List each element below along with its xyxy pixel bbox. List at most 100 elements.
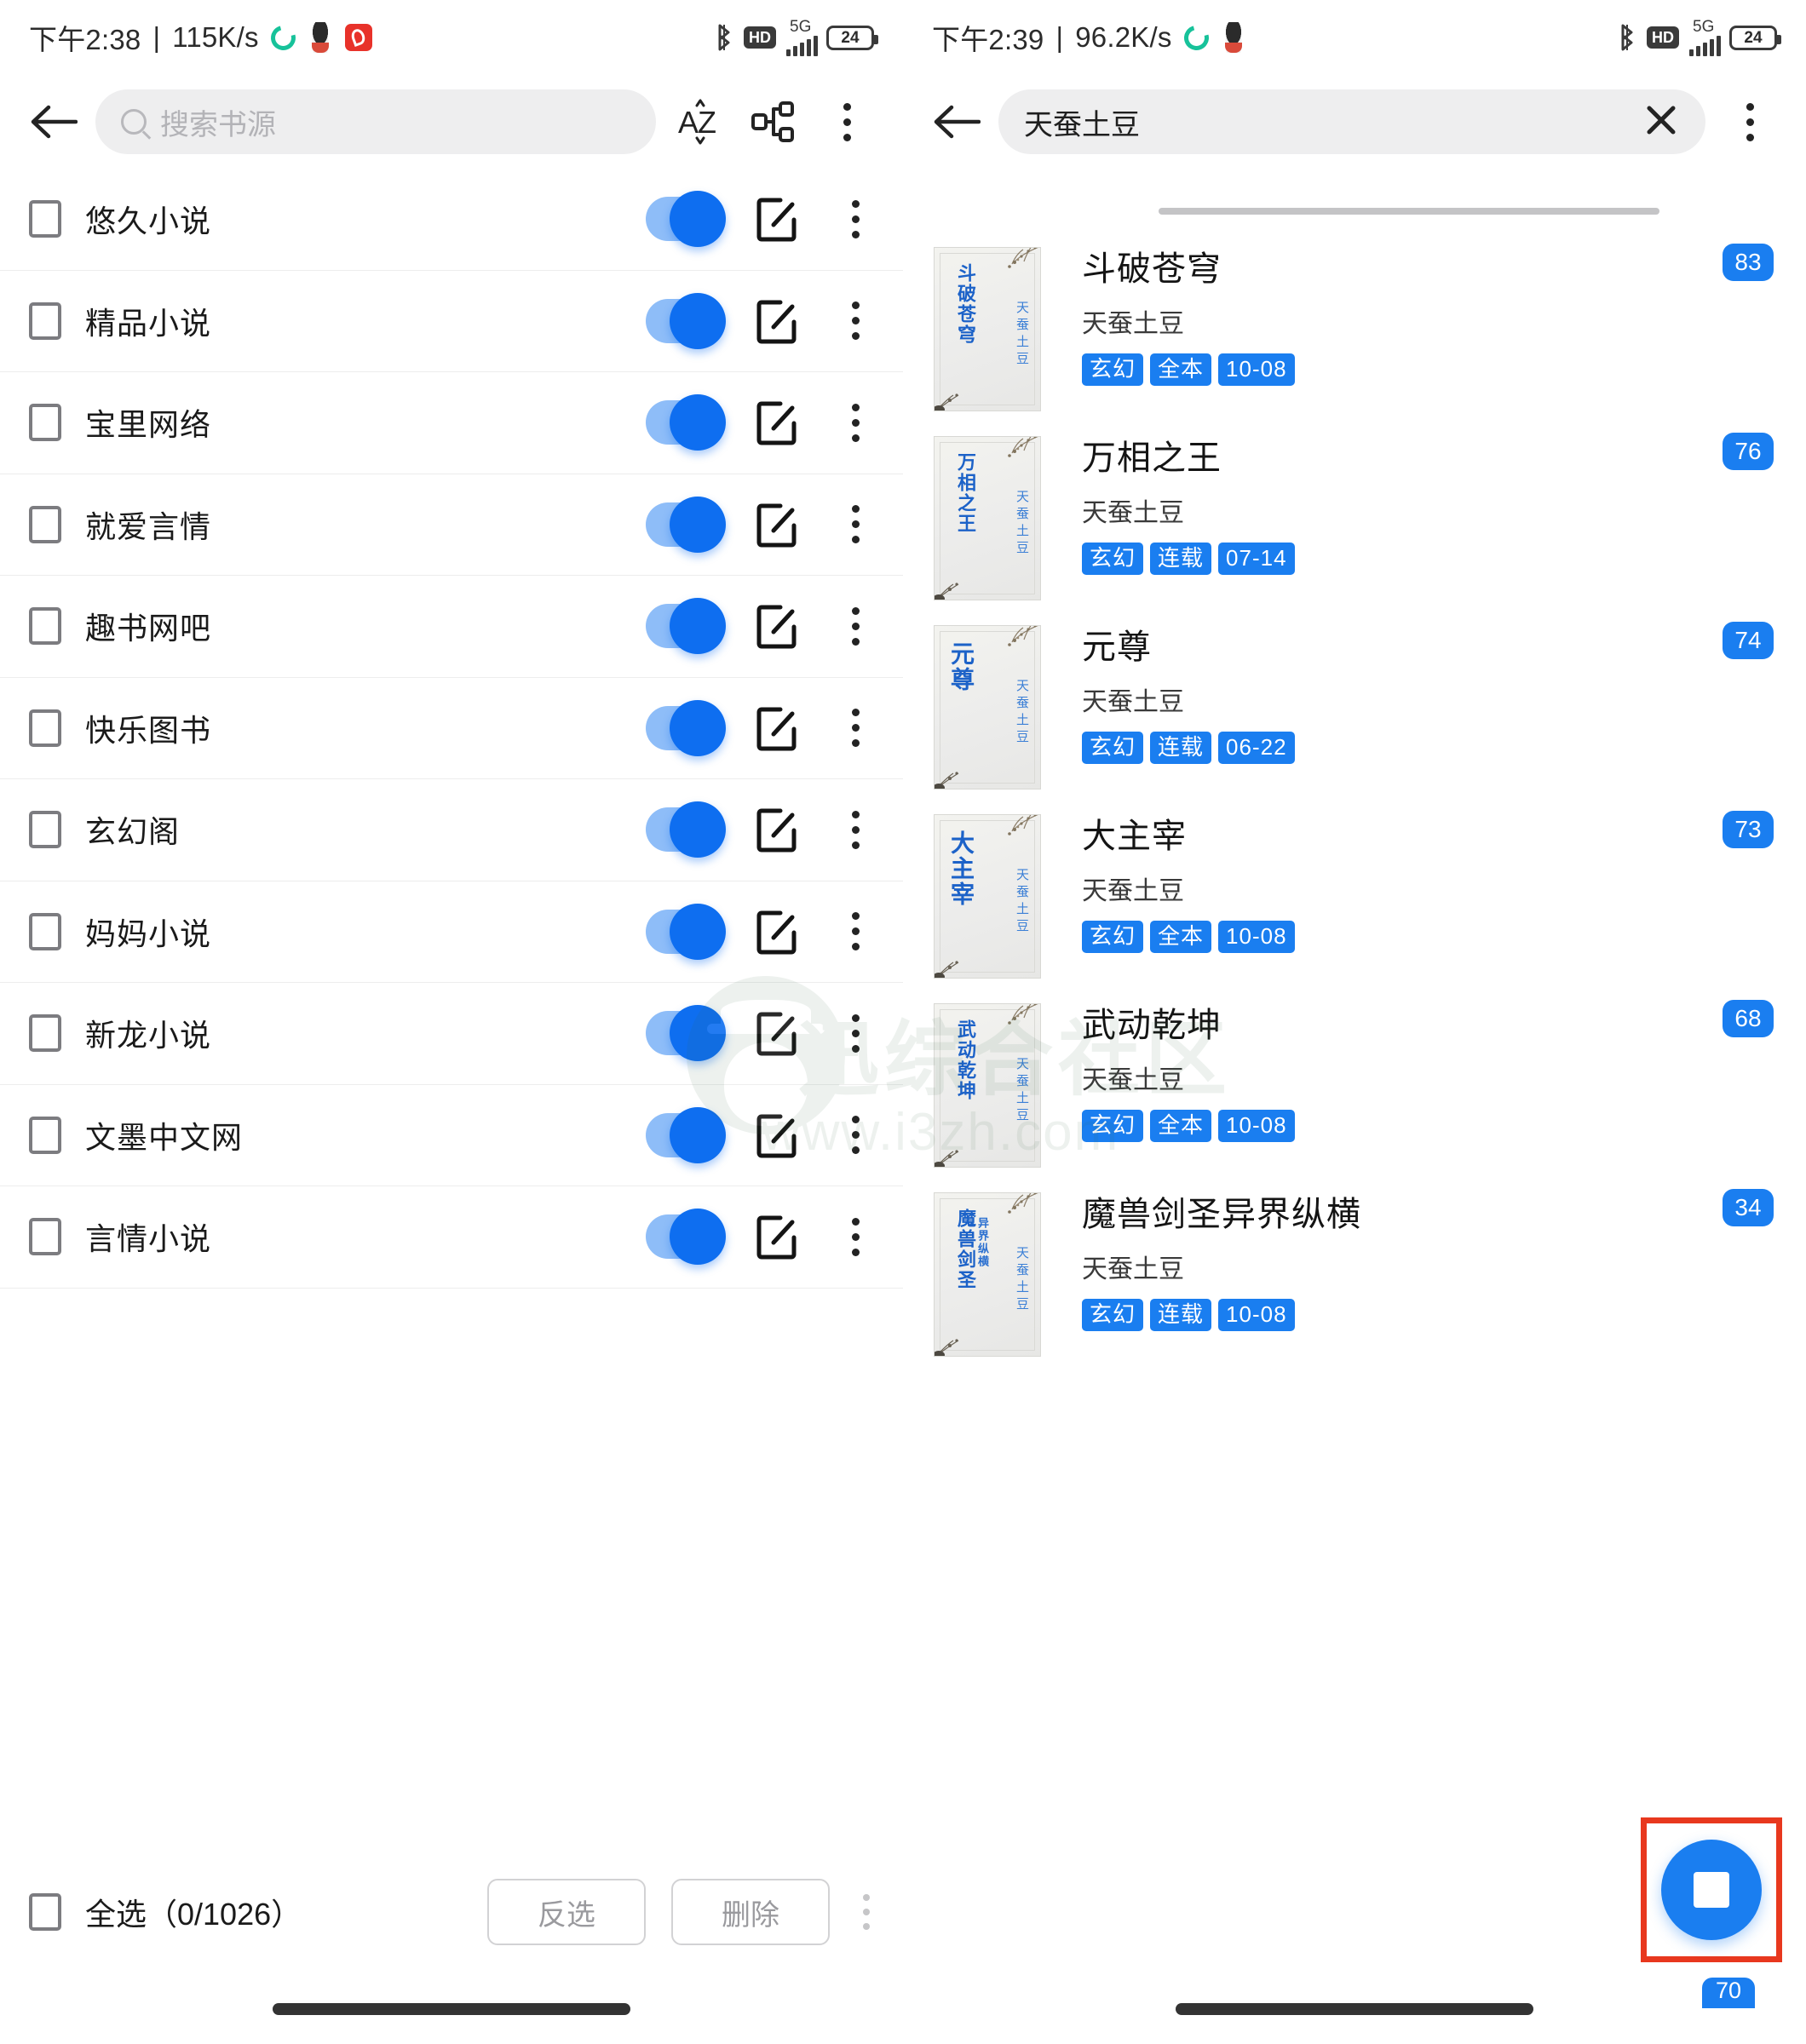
- source-row[interactable]: 就爱言情: [0, 474, 903, 577]
- source-checkbox[interactable]: [29, 302, 61, 340]
- source-name-label: 宝里网络: [85, 400, 211, 445]
- select-all-checkbox[interactable]: [29, 1893, 61, 1931]
- result-source-count-badge: 68: [1723, 1000, 1774, 1037]
- branch-decoration-icon: [972, 814, 1041, 856]
- source-menu-button[interactable]: [837, 811, 874, 849]
- book-source-manager-panel: 下午2:38 | 115K/s HD 5G 24: [0, 0, 903, 2044]
- book-cover[interactable]: 万相之王天蚕土豆: [934, 436, 1041, 600]
- cover-title: 斗破苍穹: [946, 263, 975, 345]
- source-checkbox[interactable]: [29, 1014, 61, 1052]
- back-button-right[interactable]: [930, 95, 983, 148]
- source-menu-button[interactable]: [837, 709, 874, 747]
- book-cover[interactable]: 魔兽剑圣异界纵横天蚕土豆: [934, 1192, 1041, 1357]
- search-source-input[interactable]: 搜索书源: [95, 89, 656, 154]
- result-tags: 玄幻全本10-08: [1082, 353, 1774, 386]
- source-enable-toggle[interactable]: [646, 502, 721, 547]
- source-enable-toggle[interactable]: [646, 299, 721, 343]
- search-result-card[interactable]: 元尊天蚕土豆元尊天蚕土豆玄幻连载06-2274: [903, 610, 1806, 799]
- edit-source-icon[interactable]: [755, 603, 799, 649]
- result-tag: 玄幻: [1082, 732, 1143, 764]
- source-menu-button[interactable]: [837, 1218, 874, 1256]
- source-enable-toggle[interactable]: [646, 1011, 721, 1055]
- source-menu-button[interactable]: [837, 607, 874, 646]
- source-checkbox[interactable]: [29, 404, 61, 441]
- edit-source-icon[interactable]: [755, 1214, 799, 1260]
- search-result-card[interactable]: 武动乾坤天蚕土豆武动乾坤天蚕土豆玄幻全本10-0868: [903, 988, 1806, 1177]
- source-checkbox[interactable]: [29, 811, 61, 848]
- source-row[interactable]: 新龙小说: [0, 983, 903, 1085]
- sort-az-button[interactable]: A Z: [671, 93, 729, 151]
- search-query-input[interactable]: 天蚕土豆: [998, 89, 1705, 154]
- result-meta: 魔兽剑圣异界纵横天蚕土豆玄幻连载10-08: [1041, 1192, 1774, 1357]
- source-enable-toggle[interactable]: [646, 197, 721, 241]
- qq-icon-right: [1221, 22, 1246, 53]
- result-author: 天蚕土豆: [1082, 1255, 1774, 1283]
- source-enable-toggle[interactable]: [646, 400, 721, 445]
- source-checkbox[interactable]: [29, 1117, 61, 1154]
- source-row[interactable]: 文墨中文网: [0, 1085, 903, 1187]
- source-checkbox[interactable]: [29, 607, 61, 645]
- source-enable-toggle[interactable]: [646, 706, 721, 750]
- source-row[interactable]: 精品小说: [0, 271, 903, 373]
- overflow-menu-button[interactable]: [818, 93, 876, 151]
- book-cover[interactable]: 斗破苍穹天蚕土豆: [934, 247, 1041, 411]
- book-cover[interactable]: 大主宰天蚕土豆: [934, 814, 1041, 979]
- source-menu-button[interactable]: [837, 1116, 874, 1154]
- book-source-list[interactable]: 悠久小说精品小说宝里网络就爱言情趣书网吧快乐图书玄幻阁妈妈小说新龙小说文墨中文网…: [0, 169, 903, 2044]
- card-inner: 武动乾坤天蚕土豆武动乾坤天蚕土豆玄幻全本10-08: [903, 1003, 1806, 1168]
- source-checkbox[interactable]: [29, 1218, 61, 1255]
- edit-source-icon[interactable]: [755, 705, 799, 751]
- source-row[interactable]: 趣书网吧: [0, 576, 903, 678]
- edit-source-icon[interactable]: [755, 502, 799, 548]
- edit-source-icon[interactable]: [755, 1010, 799, 1056]
- search-result-card[interactable]: 万相之王天蚕土豆万相之王天蚕土豆玄幻连载07-1476: [903, 421, 1806, 610]
- source-enable-toggle[interactable]: [646, 1113, 721, 1157]
- clear-search-icon[interactable]: [1642, 101, 1680, 143]
- edit-source-icon[interactable]: [755, 1112, 799, 1158]
- source-menu-button[interactable]: [837, 404, 874, 442]
- source-checkbox[interactable]: [29, 506, 61, 543]
- source-checkbox[interactable]: [29, 200, 61, 238]
- search-result-card[interactable]: 魔兽剑圣异界纵横天蚕土豆魔兽剑圣异界纵横天蚕土豆玄幻连载10-0834: [903, 1177, 1806, 1366]
- source-row[interactable]: 快乐图书: [0, 678, 903, 780]
- edit-source-icon[interactable]: [755, 298, 799, 344]
- book-cover[interactable]: 武动乾坤天蚕土豆: [934, 1003, 1041, 1168]
- source-enable-toggle[interactable]: [646, 604, 721, 648]
- book-cover[interactable]: 元尊天蚕土豆: [934, 625, 1041, 789]
- source-menu-button[interactable]: [837, 505, 874, 543]
- result-tags: 玄幻全本10-08: [1082, 1110, 1774, 1142]
- edit-source-icon[interactable]: [755, 807, 799, 853]
- source-menu-button[interactable]: [837, 301, 874, 340]
- source-menu-button[interactable]: [837, 200, 874, 238]
- invert-selection-button[interactable]: 反选: [487, 1879, 646, 1945]
- selection-action-bar: 全选（0/1026） 反选 删除: [0, 1862, 903, 1962]
- source-enable-toggle[interactable]: [646, 1214, 721, 1259]
- delete-button[interactable]: 删除: [671, 1879, 830, 1945]
- overflow-menu-button-right[interactable]: [1721, 93, 1779, 151]
- source-row[interactable]: 玄幻阁: [0, 779, 903, 881]
- group-filter-button[interactable]: [745, 93, 802, 151]
- dual-screenshot-canvas: 下午2:38 | 115K/s HD 5G 24: [0, 0, 1806, 2044]
- source-checkbox[interactable]: [29, 709, 61, 747]
- source-row[interactable]: 宝里网络: [0, 372, 903, 474]
- source-menu-button[interactable]: [837, 1014, 874, 1053]
- stop-search-fab[interactable]: [1661, 1840, 1762, 1940]
- source-enable-toggle[interactable]: [646, 910, 721, 954]
- edit-source-icon[interactable]: [755, 196, 799, 242]
- source-row[interactable]: 言情小说: [0, 1186, 903, 1289]
- search-result-card[interactable]: 大主宰天蚕土豆大主宰天蚕土豆玄幻全本10-0873: [903, 799, 1806, 988]
- status-time-right: 下午2:39: [932, 17, 1044, 58]
- source-row[interactable]: 妈妈小说: [0, 881, 903, 984]
- bottom-overflow-menu-icon[interactable]: [862, 1894, 871, 1930]
- result-tag: 10-08: [1218, 1110, 1295, 1142]
- ink-splash-decoration-icon: [934, 559, 984, 600]
- search-result-card[interactable]: 斗破苍穹天蚕土豆斗破苍穹天蚕土豆玄幻全本10-0883: [903, 232, 1806, 421]
- source-enable-toggle[interactable]: [646, 807, 721, 852]
- search-results-list[interactable]: 斗破苍穹天蚕土豆斗破苍穹天蚕土豆玄幻全本10-0883万相之王天蚕土豆万相之王天…: [903, 232, 1806, 2044]
- source-checkbox[interactable]: [29, 913, 61, 950]
- edit-source-icon[interactable]: [755, 909, 799, 955]
- edit-source-icon[interactable]: [755, 399, 799, 445]
- back-button[interactable]: [27, 95, 80, 148]
- source-menu-button[interactable]: [837, 912, 874, 950]
- source-row[interactable]: 悠久小说: [0, 169, 903, 271]
